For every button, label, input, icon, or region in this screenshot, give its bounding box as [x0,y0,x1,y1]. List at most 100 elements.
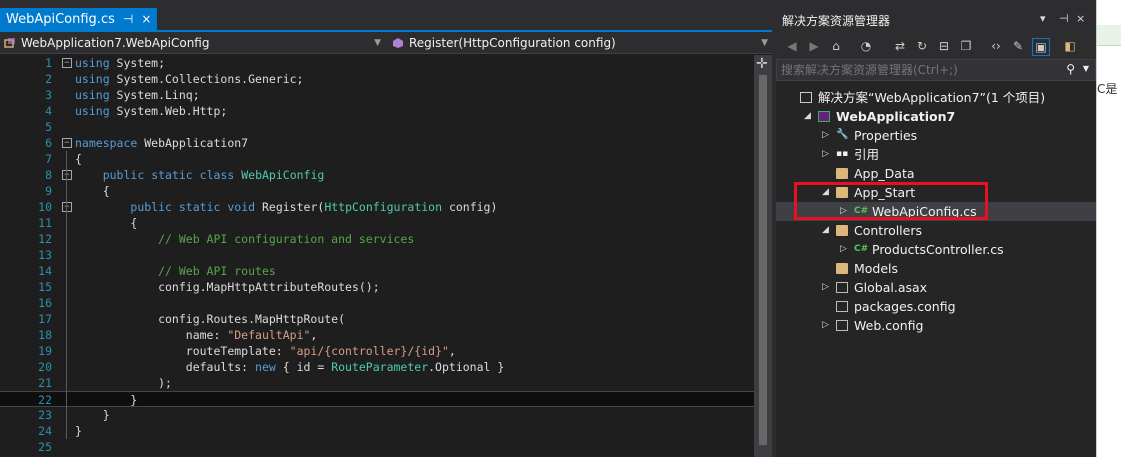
code-text: ); [75,376,172,390]
close-icon[interactable]: × [1076,12,1085,25]
collapse-icon[interactable]: − [62,138,72,148]
pin-icon[interactable]: ⊣ [123,12,133,26]
line-number: 4 [45,104,52,118]
code-text: } [75,408,110,422]
code-text: } [75,393,138,407]
expanded-arrow-icon[interactable]: ◢ [804,107,811,126]
code-line[interactable]: 17 config.Routes.MapHttpRoute( [0,311,754,327]
properties-icon[interactable]: ✎ [1010,38,1026,54]
code-line[interactable]: 12 // Web API configuration and services [0,231,754,247]
code-area[interactable]: 1− using System; 2 using System.Collections… [0,55,754,457]
code-line[interactable]: 11 { [0,215,754,231]
line-number: 5 [45,120,52,134]
code-line[interactable]: 21 ); [0,375,754,391]
code-line[interactable]: 6− namespace WebApplication7 [0,135,754,151]
dropdown-icon[interactable]: ▾ [1040,12,1046,25]
code-text: using System.Collections.Generic; [75,72,304,86]
scrollbar-thumb[interactable] [759,75,767,445]
code-line[interactable]: 15 config.MapHttpAttributeRoutes(); [0,279,754,295]
sync-icon[interactable]: ⇄ [892,38,908,54]
tab-webapiconfig[interactable]: WebApiConfig.cs ⊣ × [0,8,158,30]
split-icon[interactable]: ✛ [756,56,768,72]
home-icon[interactable]: ⌂ [828,38,844,54]
tree-item-node[interactable]: ▷ ▪▪ 引用 [776,145,1096,164]
tree-item-properties[interactable]: ▷ 🔧 Properties [776,126,1096,145]
tree-item-global-asax[interactable]: ▷ Global.asax [776,278,1096,297]
collapsed-arrow-icon[interactable]: ▷ [822,278,829,297]
search-input[interactable] [781,62,1051,78]
preview-icon[interactable]: ◧ [1062,38,1078,54]
background-window-text: C是 [1097,82,1118,96]
references-icon: ▪▪ [836,149,849,159]
collapsed-arrow-icon[interactable]: ▷ [822,145,829,164]
line-number: 17 [38,312,52,326]
line-number: 13 [38,248,52,262]
code-line[interactable]: 8− public static class WebApiConfig [0,167,754,183]
copy-icon[interactable]: ❐ [958,38,974,54]
code-line[interactable]: 5 [0,119,754,135]
tree-item-webapplication7-1[interactable]: 解决方案“WebApplication7”(1 个项目) [776,88,1096,107]
tree-item-productscontroller-cs[interactable]: ▷ C# ProductsController.cs [776,240,1096,259]
code-line[interactable]: 16 [0,295,754,311]
tree-item-web-config[interactable]: ▷ Web.config [776,316,1096,335]
chevron-down-icon[interactable]: ▼ [1083,64,1089,73]
code-view-icon[interactable]: ‹› [988,38,1004,54]
collapse-icon[interactable]: − [62,170,72,180]
code-line[interactable]: 7{ [0,151,754,167]
back-icon[interactable]: ◀ [784,38,800,54]
code-line[interactable]: 13 [0,247,754,263]
close-icon[interactable]: × [141,12,151,26]
code-line[interactable]: 22 } [0,391,754,407]
code-text: routeTemplate: "api/{controller}/{id}", [75,344,456,358]
code-line[interactable]: 3 using System.Linq; [0,87,754,103]
code-text: config.MapHttpAttributeRoutes(); [75,280,380,294]
code-line[interactable]: 23 } [0,407,754,423]
tree-item-label: Properties [854,128,918,143]
code-line[interactable]: 4 using System.Web.Http; [0,103,754,119]
search-box[interactable]: ⚲ ▼ [776,59,1096,81]
class-icon [4,38,15,48]
expanded-arrow-icon[interactable]: ◢ [822,221,829,240]
code-text: // Web API routes [158,264,276,278]
collapse-all-icon[interactable]: ⊟ [936,38,952,54]
code-line[interactable]: 9 { [0,183,754,199]
line-number: 6 [45,136,52,150]
tree-item-models[interactable]: Models [776,259,1096,278]
tree-item-controllers[interactable]: ◢ Controllers [776,221,1096,240]
code-line[interactable]: 19 routeTemplate: "api/{controller}/{id}… [0,343,754,359]
collapsed-arrow-icon[interactable]: ▷ [822,126,829,145]
code-line[interactable]: 18 name: "DefaultApi", [0,327,754,343]
annotation-highlight-box [794,182,988,220]
collapsed-arrow-icon[interactable]: ▷ [822,316,829,335]
code-line[interactable]: 20 defaults: new { id = RouteParameter.O… [0,359,754,375]
search-icon[interactable]: ⚲ [1066,62,1075,76]
code-line[interactable]: 2 using System.Collections.Generic; [0,71,754,87]
collapse-icon[interactable]: − [62,202,72,212]
forward-icon[interactable]: ▶ [806,38,822,54]
wrench-icon: 🔧 [836,129,849,140]
code-line[interactable]: 10− public static void Register(HttpConf… [0,199,754,215]
line-number: 10 [38,200,52,214]
code-text: name: "DefaultApi", [75,328,318,342]
pin-icon[interactable]: ⊣ [1059,12,1069,25]
collapse-icon[interactable]: − [62,58,72,68]
line-number: 7 [45,152,52,166]
background-window-bar [1097,25,1121,46]
history-icon[interactable]: ◔ [858,38,874,54]
tree-item-app-data[interactable]: App_Data [776,164,1096,183]
code-text: using System.Web.Http; [75,104,228,118]
refresh-icon[interactable]: ↻ [914,38,930,54]
code-line[interactable]: 14 // Web API routes [0,263,754,279]
collapsed-arrow-icon[interactable]: ▷ [840,240,847,259]
code-line[interactable]: 24} [0,423,754,439]
tree-item-webapplication7[interactable]: ◢ WebApplication7 [776,107,1096,126]
member-navigation-dropdown[interactable]: Register(HttpConfiguration config) ▼ [388,34,772,52]
code-line[interactable]: 25 [0,439,754,455]
class-navigation-dropdown[interactable]: WebApplication7.WebApiConfig ▼ [0,34,385,52]
tree-item-packages-config[interactable]: packages.config [776,297,1096,316]
code-text: using System; [75,56,166,70]
show-all-files-icon[interactable]: ▣ [1032,38,1050,56]
code-editor[interactable]: WebApiConfig.cs ⊣ × WebApplication7.WebA… [0,0,772,457]
line-number: 24 [38,424,52,438]
code-line[interactable]: 1− using System; [0,55,754,71]
